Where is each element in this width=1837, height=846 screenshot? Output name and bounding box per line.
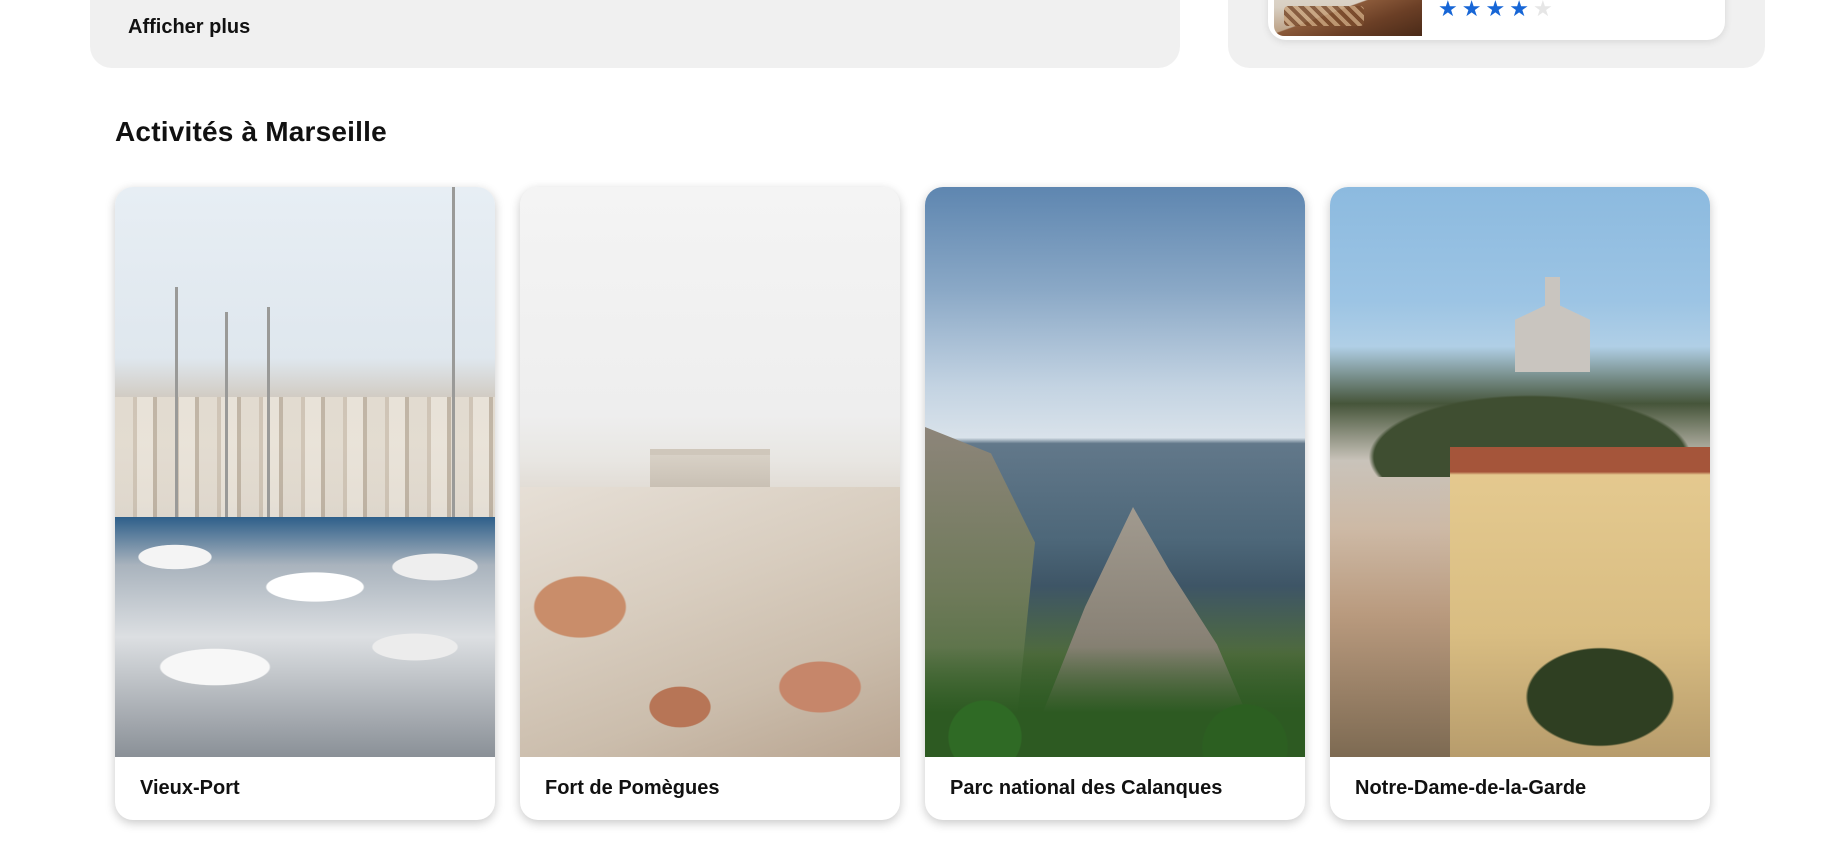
basilica-on-hill-photo <box>1330 187 1710 757</box>
activities-card-list: Vieux-Port Fort de Pomègues Parc nationa… <box>115 187 1710 820</box>
hotel-card[interactable]: ★ ★ ★ ★ ★ <box>1268 0 1725 40</box>
activities-section-title: Activités à Marseille <box>115 116 387 147</box>
calanques-coast-photo <box>925 187 1305 757</box>
star-icon: ★ <box>1509 0 1529 21</box>
activity-card-vieux-port[interactable]: Vieux-Port <box>115 187 495 820</box>
hotel-thumbnail <box>1274 0 1422 36</box>
activity-card-notre-dame-de-la-garde[interactable]: Notre-Dame-de-la-Garde <box>1330 187 1710 820</box>
star-icon: ★ <box>1461 0 1482 21</box>
show-more-button[interactable]: Afficher plus <box>128 16 250 39</box>
activity-card-label: Parc national des Calanques <box>950 777 1223 799</box>
hotel-rating: ★ ★ ★ ★ ★ <box>1438 0 1553 20</box>
activity-card-label: Notre-Dame-de-la-Garde <box>1355 777 1587 799</box>
activity-card-label: Vieux-Port <box>140 777 240 799</box>
marina-photo <box>115 187 495 757</box>
hotel-list-panel: ★ ★ ★ ★ ★ <box>1228 0 1765 68</box>
star-empty-icon: ★ <box>1532 0 1553 21</box>
activity-card-fort-de-pomegues[interactable]: Fort de Pomègues <box>520 187 900 820</box>
activity-card-label: Fort de Pomègues <box>545 777 720 799</box>
fort-on-rocks-photo <box>520 187 900 757</box>
star-icon: ★ <box>1485 0 1506 21</box>
previous-section-panel: Afficher plus <box>90 0 1180 68</box>
activity-card-calanques[interactable]: Parc national des Calanques <box>925 187 1305 820</box>
star-icon: ★ <box>1438 0 1458 21</box>
